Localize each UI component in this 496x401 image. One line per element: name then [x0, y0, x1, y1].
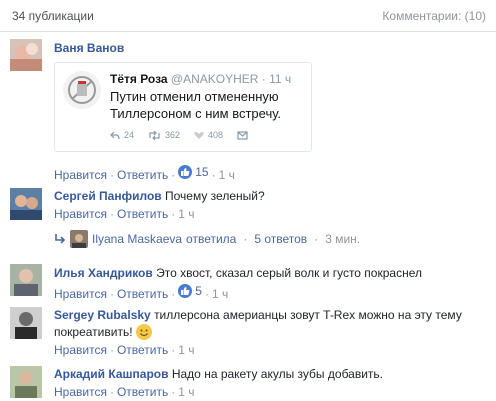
- like-icon: [178, 284, 193, 298]
- smile-emoji-icon: [135, 324, 152, 340]
- comment-actions: Нравится · Ответить · 15 · 1 ч: [54, 164, 235, 182]
- heart-icon: [194, 131, 204, 139]
- comment-line: Аркадий Кашпаров Надо на ракету акулы зу…: [54, 366, 383, 382]
- reply-link[interactable]: Ответить: [117, 385, 168, 399]
- reply-link[interactable]: Ответить: [117, 168, 168, 182]
- comments-header: 34 публикации Комментарии: (10): [0, 0, 496, 32]
- comment-line: Сергей Панфилов Почему зеленый?: [54, 188, 265, 204]
- comment-text: Почему зеленый?: [165, 189, 265, 203]
- like-link[interactable]: Нравится: [54, 343, 107, 357]
- embedded-tweet[interactable]: Тётя Роза @ANAKOYHER · 11 ч Путин отмени…: [54, 62, 312, 152]
- reply-avatar: [70, 230, 88, 248]
- like-link[interactable]: Нравится: [54, 207, 107, 221]
- reply-verb: ответила: [186, 232, 237, 246]
- comment-actions: Нравится · Ответить · 1 ч: [54, 343, 195, 357]
- tweet-dm-stat[interactable]: [237, 130, 248, 140]
- comment-line: Ваня Ванов: [54, 40, 124, 56]
- reply-time: 3 мин.: [325, 232, 361, 246]
- comment-author[interactable]: Ваня Ванов: [54, 41, 124, 55]
- reply-author[interactable]: Ilyana Maskaeva: [92, 232, 182, 246]
- retweet-icon: [149, 130, 160, 140]
- publications-count: 34 публикации: [12, 9, 94, 23]
- comment-actions: Нравится · Ответить · 1 ч: [54, 207, 195, 221]
- comment-text: тиллерсона америанцы зовут T-Rex можно н…: [154, 308, 462, 322]
- comment-text-continued: покреативить!: [54, 325, 133, 339]
- like-count[interactable]: 15: [178, 164, 209, 180]
- reply-arrow-icon: [55, 234, 66, 244]
- comment-author[interactable]: Аркадий Кашпаров: [54, 367, 169, 381]
- comment-author[interactable]: Илья Хандриков: [54, 266, 153, 280]
- tweet-author[interactable]: Тётя Роза @ANAKOYHER · 11 ч: [110, 72, 291, 86]
- tweet-stats: 24 362 408: [110, 130, 248, 140]
- like-link[interactable]: Нравится: [54, 385, 107, 399]
- like-link[interactable]: Нравится: [54, 168, 107, 182]
- comment-author[interactable]: Сергей Панфилов: [54, 189, 162, 203]
- avatar[interactable]: [10, 264, 42, 296]
- tweet-avatar: [63, 71, 101, 109]
- comment-line: покреативить!: [54, 324, 152, 340]
- like-link[interactable]: Нравится: [54, 287, 107, 301]
- replies-thread[interactable]: Ilyana Maskaeva ответила · 5 ответов · 3…: [54, 230, 360, 248]
- reply-icon: [110, 131, 120, 139]
- tweet-retweet-stat[interactable]: 362: [148, 130, 180, 140]
- reply-link[interactable]: Ответить: [117, 207, 168, 221]
- tweet-reply-stat[interactable]: 24: [110, 130, 134, 140]
- comment-text: Надо на ракету акулы зубы добавить.: [171, 367, 383, 381]
- like-icon: [178, 165, 193, 179]
- reply-count[interactable]: 5 ответов: [254, 232, 307, 246]
- comment-time[interactable]: 1 ч: [178, 385, 194, 399]
- comment-actions: Нравится · Ответить · 1 ч: [54, 385, 195, 399]
- avatar[interactable]: [10, 366, 42, 398]
- comment-time[interactable]: 1 ч: [178, 343, 194, 357]
- comment-line: Илья Хандриков Это хвост, сказал серый в…: [54, 265, 422, 281]
- reply-link[interactable]: Ответить: [117, 343, 168, 357]
- comment-time[interactable]: 1 ч: [212, 287, 228, 301]
- avatar[interactable]: [10, 188, 42, 220]
- reply-link[interactable]: Ответить: [117, 287, 168, 301]
- tweet-heart-stat[interactable]: 408: [194, 130, 223, 140]
- comment-text: Это хвост, сказал серый волк и густо пок…: [156, 266, 422, 280]
- avatar[interactable]: [10, 307, 42, 339]
- message-icon: [237, 130, 248, 140]
- comment-time[interactable]: 1 ч: [219, 168, 235, 182]
- tweet-handle: @ANAKOYHER · 11 ч: [170, 72, 292, 86]
- comments-count-link[interactable]: Комментарии: (10): [382, 9, 486, 23]
- comment-time[interactable]: 1 ч: [178, 207, 194, 221]
- avatar[interactable]: [10, 39, 42, 71]
- comment-actions: Нравится · Ответить · 5 · 1 ч: [54, 283, 229, 301]
- comment-line: Sergey Rubalsky тиллерсона америанцы зов…: [54, 307, 462, 323]
- comment-author[interactable]: Sergey Rubalsky: [54, 308, 151, 322]
- like-count[interactable]: 5: [178, 283, 202, 299]
- tweet-text: Путин отменил отмененную Тиллерсоном с н…: [110, 89, 282, 121]
